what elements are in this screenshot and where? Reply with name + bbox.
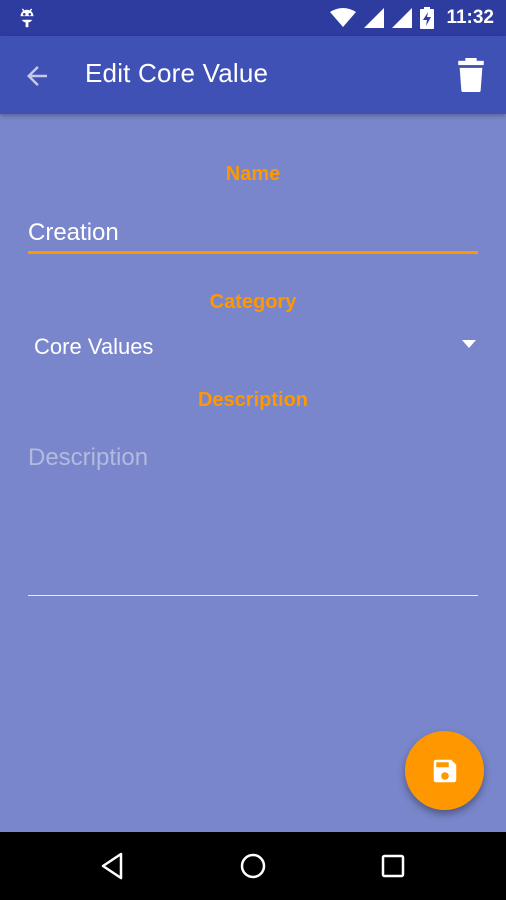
description-input[interactable] — [28, 440, 478, 596]
nav-back-icon[interactable] — [97, 850, 129, 882]
status-bar: 11:32 — [0, 0, 506, 36]
description-label: Description — [197, 389, 309, 411]
signal-icon — [364, 8, 385, 28]
battery-charging-icon — [420, 7, 435, 29]
category-selected-value: Core Values — [34, 334, 154, 359]
arrow-back-icon[interactable] — [22, 61, 52, 91]
signal-icon — [392, 8, 413, 28]
save-button[interactable] — [405, 731, 484, 810]
app-bar: Edit Core Value — [0, 36, 506, 114]
nav-recents-icon[interactable] — [377, 850, 409, 882]
category-dropdown[interactable]: Core Values — [28, 326, 478, 370]
trash-icon[interactable] — [456, 58, 486, 92]
page-title: Edit Core Value — [85, 58, 269, 88]
wifi-icon — [330, 8, 357, 27]
dropdown-arrow-icon — [462, 340, 476, 348]
nav-home-icon[interactable] — [237, 850, 269, 882]
name-input[interactable] — [28, 214, 478, 254]
navigation-bar — [0, 832, 506, 900]
android-icon — [20, 8, 34, 28]
name-label: Name — [225, 163, 281, 185]
category-label: Category — [209, 291, 297, 313]
status-time: 11:32 — [446, 7, 494, 28]
save-icon — [433, 759, 456, 782]
